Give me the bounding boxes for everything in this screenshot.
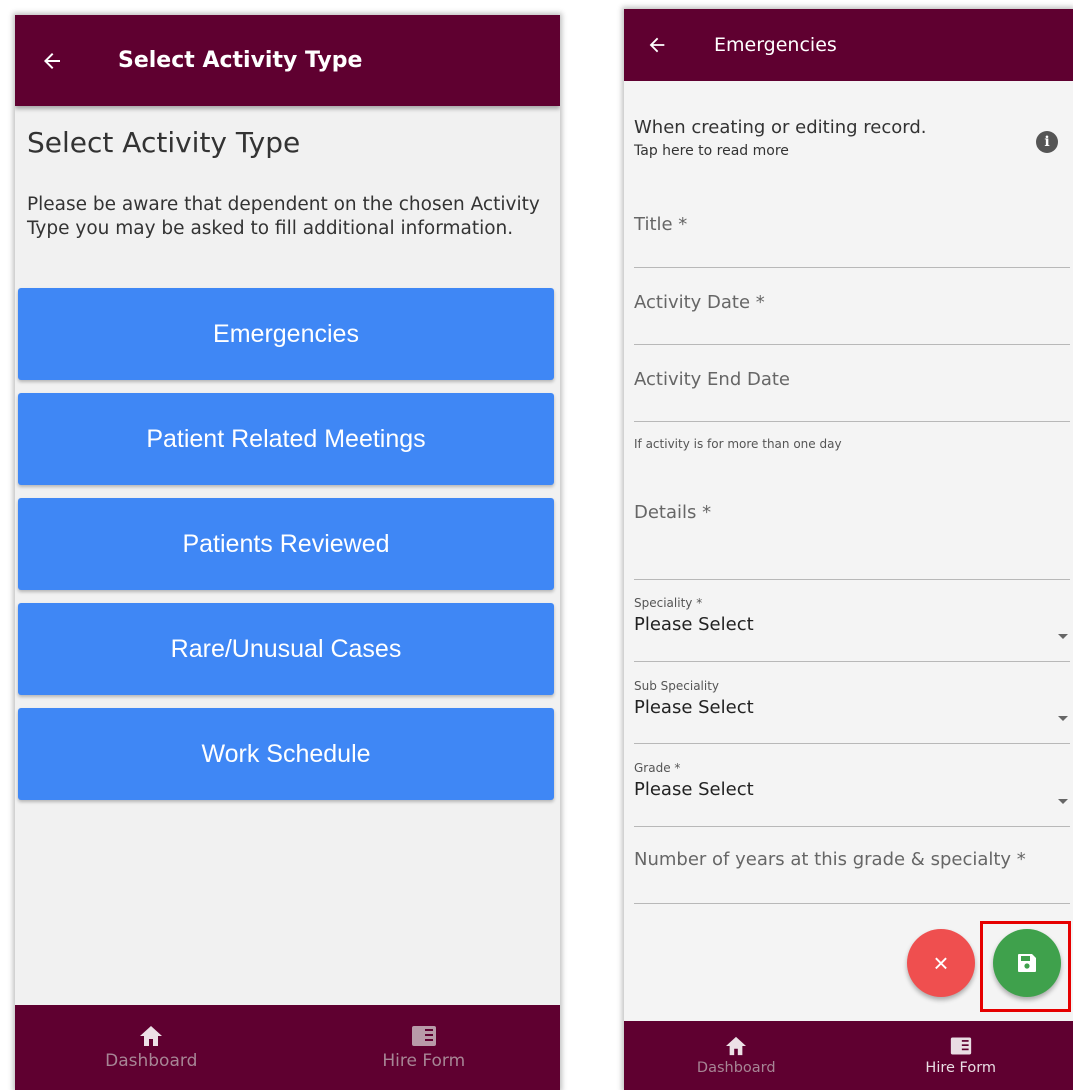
speciality-value: Please Select [634, 614, 754, 635]
sub-speciality-select[interactable]: Sub Speciality Please Select [634, 679, 1070, 744]
nav-dashboard[interactable]: Dashboard [15, 1005, 288, 1090]
years-at-grade-field[interactable]: Number of years at this grade & specialt… [634, 849, 1070, 904]
select-activity-screen: Select Activity Type Select Activity Typ… [15, 15, 560, 1090]
form-icon [411, 1025, 436, 1046]
cancel-button[interactable]: × [907, 929, 975, 997]
activity-date-placeholder: Activity Date * [634, 292, 765, 313]
notice-text: Please be aware that dependent on the ch… [27, 194, 540, 239]
speciality-label: Speciality * [634, 596, 703, 610]
rare-unusual-cases-button[interactable]: Rare/Unusual Cases [18, 603, 554, 695]
end-date-helper-text: If activity is for more than one day [634, 437, 842, 451]
years-at-grade-placeholder: Number of years at this grade & specialt… [634, 849, 1026, 870]
app-bar: Select Activity Type [15, 15, 560, 106]
grade-select[interactable]: Grade * Please Select [634, 761, 1070, 827]
home-icon [726, 1036, 747, 1055]
dropdown-caret-icon [1058, 716, 1068, 721]
speciality-select[interactable]: Speciality * Please Select [634, 596, 1070, 662]
title-placeholder: Title * [634, 214, 688, 235]
form-icon [950, 1037, 971, 1054]
nav-dashboard-label: Dashboard [105, 1050, 198, 1071]
sub-speciality-value: Please Select [634, 697, 754, 718]
activity-end-date-field[interactable]: Activity End Date [634, 369, 1070, 422]
nav-hire-form[interactable]: Hire Form [849, 1021, 1073, 1090]
nav-dashboard[interactable]: Dashboard [624, 1021, 849, 1090]
info-icon[interactable]: i [1036, 131, 1058, 153]
save-button-highlight [980, 921, 1071, 1012]
nav-dashboard-label: Dashboard [696, 1059, 776, 1076]
home-icon [140, 1025, 163, 1046]
app-bar-title: Emergencies [714, 34, 837, 56]
details-field[interactable]: Details * [634, 502, 1070, 580]
info-banner[interactable]: When creating or editing record. Tap her… [634, 117, 1064, 159]
sub-speciality-label: Sub Speciality [634, 679, 720, 693]
page-title: Select Activity Type [27, 126, 301, 159]
info-main-text: When creating or editing record. [634, 117, 927, 138]
close-icon: × [933, 947, 949, 978]
details-placeholder: Details * [634, 502, 712, 523]
bottom-nav: Dashboard Hire Form [624, 1021, 1073, 1090]
bottom-nav: Dashboard Hire Form [15, 1005, 560, 1090]
activity-date-field[interactable]: Activity Date * [634, 292, 1070, 345]
read-more-link[interactable]: Tap here to read more [634, 143, 1064, 159]
app-bar-title: Select Activity Type [118, 48, 363, 73]
arrow-left-icon [649, 37, 665, 53]
activity-end-date-placeholder: Activity End Date [634, 369, 790, 390]
back-button[interactable] [638, 26, 676, 64]
emergencies-button[interactable]: Emergencies [18, 288, 554, 380]
back-button[interactable] [31, 40, 73, 82]
work-schedule-button[interactable]: Work Schedule [18, 708, 554, 800]
dropdown-caret-icon [1058, 634, 1068, 639]
grade-value: Please Select [634, 779, 754, 800]
title-field[interactable]: Title * [634, 214, 1070, 268]
app-bar: Emergencies [624, 9, 1073, 81]
arrow-left-icon [44, 52, 60, 69]
grade-label: Grade * [634, 761, 681, 775]
dropdown-caret-icon [1058, 799, 1068, 804]
patients-reviewed-button[interactable]: Patients Reviewed [18, 498, 554, 590]
nav-hire-form-label: Hire Form [925, 1059, 997, 1076]
patient-related-meetings-button[interactable]: Patient Related Meetings [18, 393, 554, 485]
nav-hire-form[interactable]: Hire Form [288, 1005, 561, 1090]
nav-hire-form-label: Hire Form [382, 1050, 466, 1071]
activity-type-list: Emergencies Patient Related Meetings Pat… [18, 288, 554, 813]
